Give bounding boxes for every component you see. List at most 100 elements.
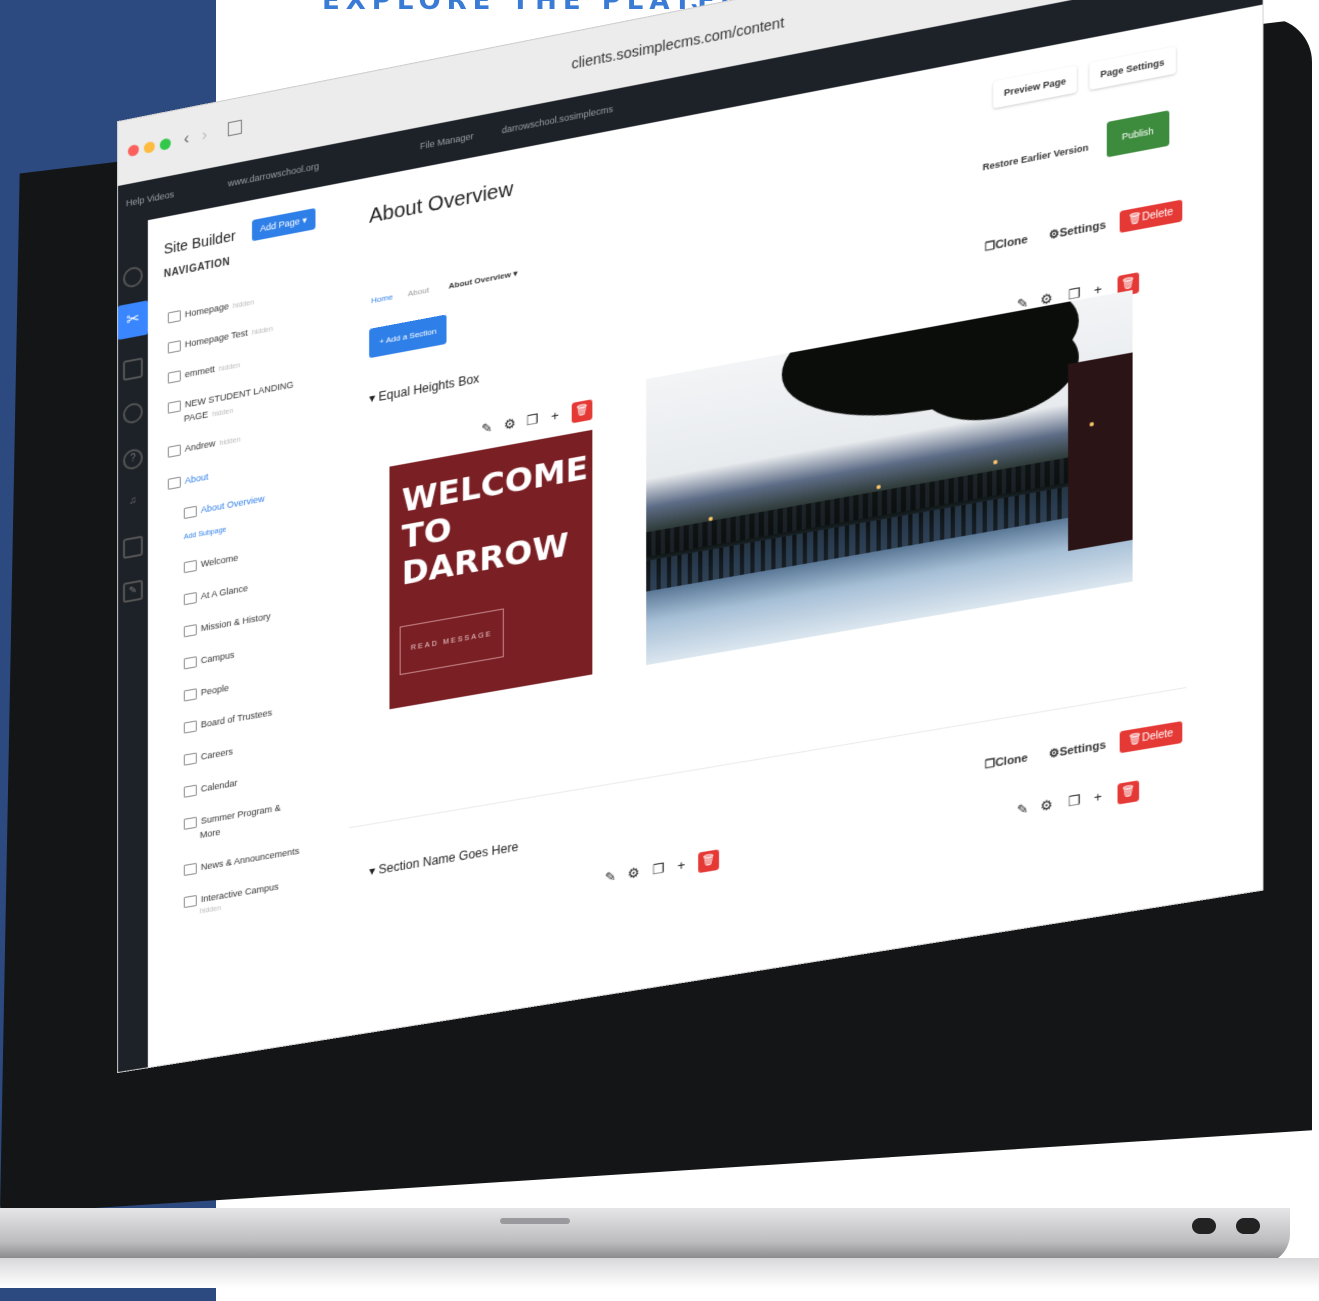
edit-tool-icon[interactable]: ✎ (605, 868, 616, 886)
page-title: About Overview (369, 178, 513, 229)
preview-page-button[interactable]: Preview Page (993, 65, 1076, 108)
laptop-shadow (0, 1258, 1319, 1288)
nav-item-campus[interactable]: Campus (184, 650, 235, 670)
cms-link[interactable]: darrowschool.sosimplecms (502, 104, 613, 136)
delete-button[interactable]: 🗑Delete (1120, 721, 1182, 753)
copy-tool-icon[interactable]: ❐ (1068, 792, 1081, 811)
settings-button[interactable]: ⚙Settings (1049, 738, 1106, 761)
nav-item-about[interactable]: About (168, 471, 209, 490)
add-tool-icon[interactable]: + (677, 857, 685, 874)
nav-item-andrew[interactable]: Andrew hidden (168, 433, 241, 458)
nav-item-mission-history[interactable]: Mission & History (184, 611, 271, 638)
nav-item-label: About (185, 471, 209, 485)
nav-item-add-subpage[interactable]: Add Subpage (184, 526, 227, 541)
nav-item-calendar[interactable]: Calendar (184, 778, 238, 798)
forward-icon[interactable]: › (202, 126, 207, 145)
nav-item-label: More (200, 827, 221, 840)
site-builder-icon[interactable]: ✂ (118, 300, 148, 340)
campus-photo[interactable] (646, 290, 1132, 665)
nav-item-label: emmett (185, 364, 215, 380)
delete-button[interactable]: 🗑Delete (1120, 200, 1182, 233)
settings-tool-icon[interactable]: ⚙ (504, 415, 516, 433)
trash-icon: 🗑 (1128, 733, 1142, 747)
laptop-base (0, 1208, 1290, 1264)
trash-icon[interactable] (123, 357, 143, 381)
edit-tool-icon[interactable]: ✎ (1017, 801, 1029, 819)
nav-item-label: About Overview (201, 493, 265, 515)
sidebar-toggle-icon[interactable] (228, 120, 242, 137)
minimize-dot[interactable] (144, 141, 155, 154)
nav-item-careers[interactable]: Careers (184, 746, 233, 766)
restore-version-button[interactable]: Restore Earlier Version (972, 132, 1099, 183)
site-link[interactable]: www.darrowschool.org (228, 161, 319, 189)
music-icon[interactable]: ♫ (123, 491, 143, 515)
nav-item-news[interactable]: News & Announcements (184, 846, 300, 876)
maximize-dot[interactable] (160, 138, 171, 151)
breadcrumb-about[interactable]: About (408, 285, 429, 298)
dashboard-icon[interactable] (123, 265, 143, 289)
welcome-box[interactable]: WELCOME TO DARROW READ MESSAGE (389, 430, 592, 710)
settings-tool-icon[interactable]: ⚙ (628, 864, 640, 882)
nav-item-label: Homepage (185, 301, 229, 319)
folder-icon (184, 863, 197, 876)
nav-item-summer[interactable]: Summer Program & (184, 802, 281, 830)
copy-tool-icon[interactable]: ❐ (652, 860, 664, 878)
delete-tool-icon[interactable]: 🗑 (698, 849, 719, 873)
read-message-button[interactable]: READ MESSAGE (400, 608, 504, 675)
section-title[interactable]: ▾ Equal Heights Box (369, 371, 479, 406)
delete-tool-icon[interactable]: 🗑 (572, 399, 593, 423)
hidden-tag: hidden (219, 436, 240, 447)
settings-button[interactable]: ⚙Settings (1049, 218, 1106, 242)
add-tool-icon[interactable]: + (1094, 788, 1102, 805)
nav-item-welcome[interactable]: Welcome (184, 552, 238, 573)
nav-item-label: Welcome (201, 552, 238, 569)
settings-label: Settings (1059, 219, 1106, 240)
add-page-button[interactable]: Add Page ▾ (252, 208, 315, 241)
welcome-text: WELCOME TO DARROW (402, 449, 586, 592)
edit-icon[interactable]: ✎ (123, 580, 143, 604)
delete-label: Delete (1142, 206, 1173, 223)
nav-item-at-a-glance[interactable]: At A Glance (184, 583, 248, 606)
edit-tool-icon[interactable]: ✎ (481, 420, 492, 438)
nav-item-board[interactable]: Board of Trustees (184, 707, 272, 733)
folder-icon (184, 895, 197, 908)
back-icon[interactable]: ‹ (184, 130, 189, 149)
copy-tool-icon[interactable]: ❐ (526, 411, 538, 429)
user-icon[interactable] (123, 401, 143, 425)
close-dot[interactable] (128, 144, 139, 157)
nav-item-hidden-tag: hidden (200, 905, 221, 916)
page-settings-button[interactable]: Page Settings (1090, 46, 1176, 90)
panel-title: Site Builder (164, 227, 236, 257)
nav-item-label: News & Announcements (201, 846, 300, 873)
section-title-label: Equal Heights Box (379, 371, 480, 404)
icon-sidebar: ✂ ? ♫ ✎ (118, 220, 148, 1072)
file-manager-link[interactable]: File Manager (420, 131, 474, 152)
nav-item-about-overview[interactable]: About Overview (184, 493, 265, 519)
add-section-button[interactable]: + Add a Section (369, 314, 447, 358)
add-tool-icon[interactable]: + (551, 407, 559, 424)
breadcrumb-home[interactable]: Home (371, 292, 393, 305)
section-title-label: Section Name Goes Here (379, 840, 519, 877)
nav-item-homepage[interactable]: Homepage hidden (168, 296, 254, 323)
caret-down-icon: ▾ (369, 390, 379, 406)
section-title[interactable]: ▾ Section Name Goes Here (369, 840, 518, 879)
help-videos-link[interactable]: Help Videos (126, 189, 174, 208)
hidden-tag: hidden (212, 408, 233, 419)
help-icon[interactable]: ? (123, 447, 143, 471)
folder-icon (184, 656, 197, 669)
clone-button[interactable]: ❐Clone (985, 232, 1028, 253)
breadcrumb-current[interactable]: About Overview ▾ (449, 269, 518, 291)
settings-tool-icon[interactable]: ⚙ (1040, 797, 1052, 816)
nav-item-homepage-test[interactable]: Homepage Test hidden (168, 323, 273, 354)
nav-item-emmett[interactable]: emmett hidden (168, 359, 240, 384)
screen: ‹ › clients.sosimplecms.com/content ↻ ● … (118, 0, 1263, 1072)
archive-icon[interactable] (123, 536, 143, 560)
folder-icon (168, 340, 181, 353)
nav-item-label: Board of Trustees (201, 707, 272, 729)
indicator-light (1192, 1218, 1216, 1234)
publish-button[interactable]: Publish (1107, 110, 1169, 157)
nav-item-interactive[interactable]: Interactive Campus (184, 881, 279, 908)
nav-item-people[interactable]: People (184, 683, 229, 702)
delete-tool-icon[interactable]: 🗑 (1118, 780, 1140, 804)
clone-button[interactable]: ❐Clone (985, 751, 1028, 772)
